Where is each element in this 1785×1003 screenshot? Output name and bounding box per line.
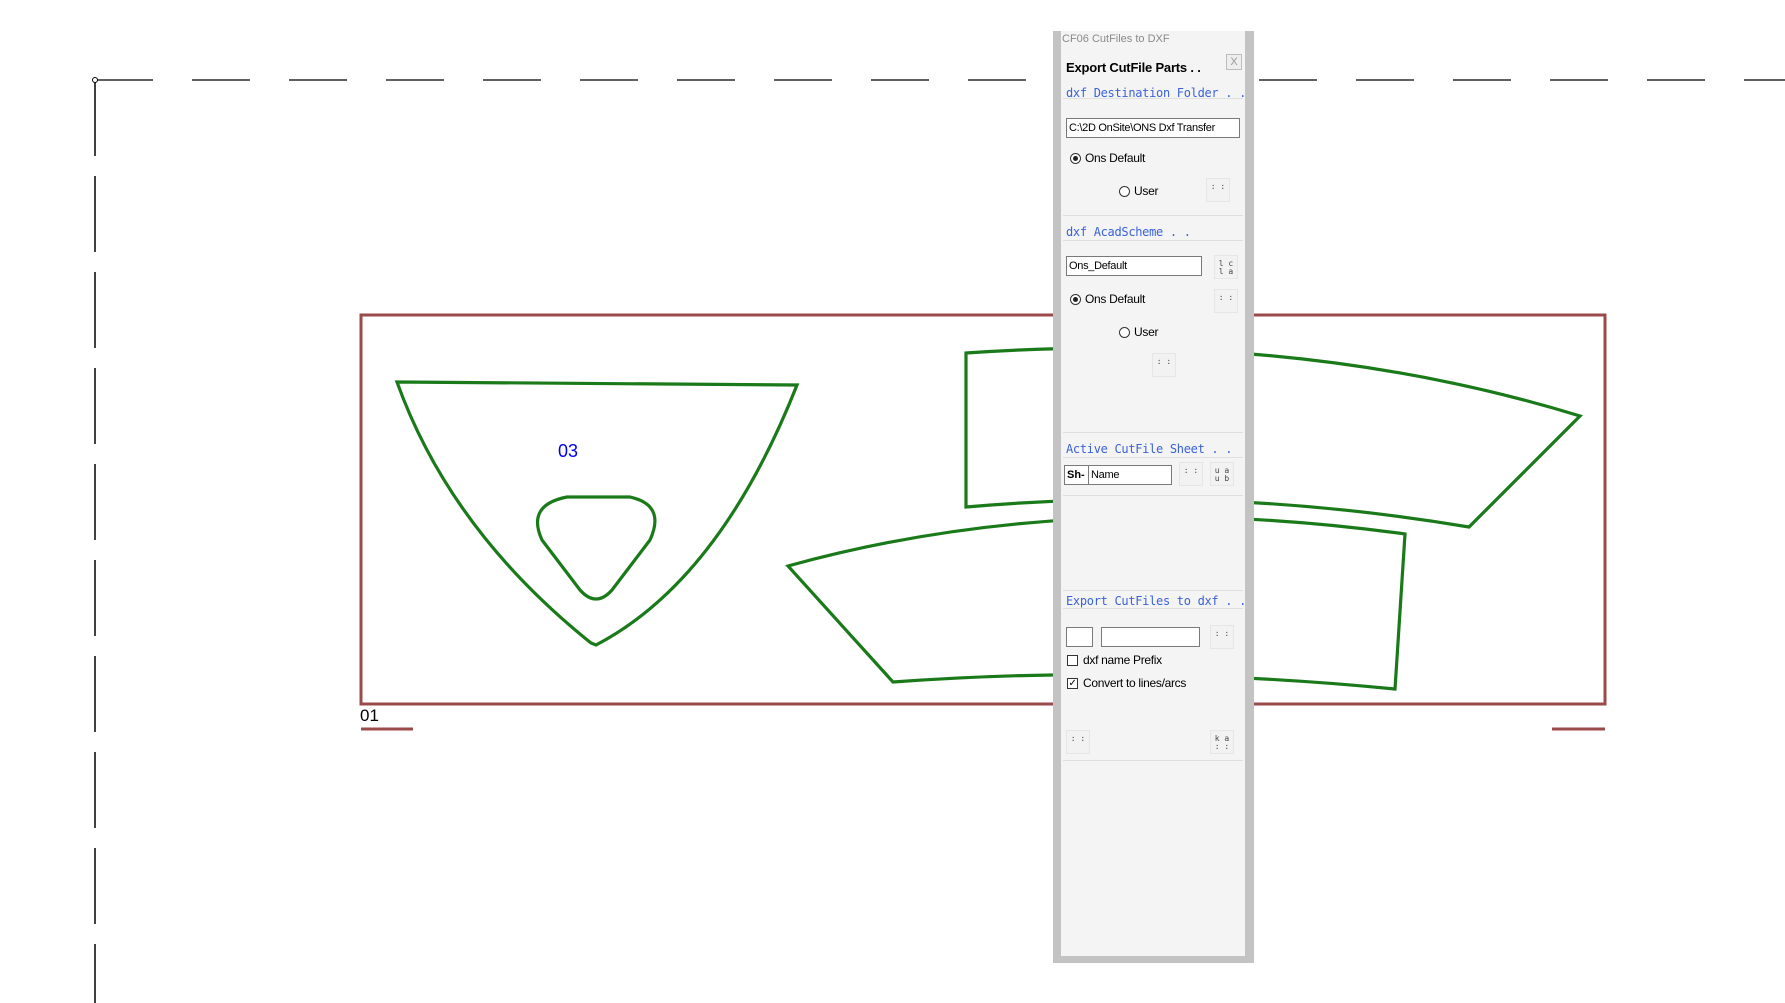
radio-unselected-icon xyxy=(1119,326,1130,338)
divider xyxy=(1063,432,1243,433)
divider xyxy=(1063,495,1243,496)
export-options-button[interactable]: k a : : xyxy=(1210,730,1234,754)
sheet-number-label: 01 xyxy=(360,706,379,725)
export-run-button[interactable]: : : xyxy=(1066,730,1090,754)
divider xyxy=(1063,98,1243,99)
palette-body xyxy=(1061,31,1245,956)
palette-close-button[interactable]: X xyxy=(1226,54,1242,70)
acadscheme-user-button[interactable]: : : xyxy=(1152,353,1176,377)
sheet-prefix-label: Sh- xyxy=(1064,465,1089,485)
radio-selected-icon xyxy=(1070,293,1081,305)
dxf-name-prefix-checkbox[interactable]: dxf name Prefix xyxy=(1067,653,1162,667)
section-active-sheet-label: Active CutFile Sheet . . xyxy=(1066,442,1233,456)
export-palette-window[interactable]: CF06 CutFiles to DXF xyxy=(1053,31,1254,963)
divider xyxy=(1063,590,1243,591)
palette-title: CF06 CutFiles to DXF xyxy=(1062,33,1170,45)
acadscheme-default-button[interactable]: : : xyxy=(1214,289,1238,313)
part-number-label: 03 xyxy=(558,441,579,461)
divider xyxy=(1063,760,1243,761)
section-export-label: Export CutFiles to dxf . . xyxy=(1066,594,1247,608)
checkbox-checked-icon: ✓ xyxy=(1067,677,1078,689)
section-acadscheme-label: dxf AcadScheme . . xyxy=(1066,225,1191,239)
acadscheme-radio-default[interactable]: Ons Default xyxy=(1070,292,1145,306)
divider xyxy=(1063,608,1243,609)
acadscheme-side-button[interactable]: l c l a xyxy=(1214,255,1238,279)
divider xyxy=(1063,240,1243,241)
drawing-canvas[interactable] xyxy=(0,0,1785,1003)
destination-radio-default[interactable]: Ons Default xyxy=(1070,151,1145,165)
sheet-name-input[interactable]: Name xyxy=(1088,465,1172,485)
acadscheme-input[interactable]: Ons_Default xyxy=(1066,256,1202,276)
convert-lines-arcs-checkbox[interactable]: ✓ Convert to lines/arcs xyxy=(1067,676,1186,690)
palette-header: Export CutFile Parts . . xyxy=(1066,60,1201,75)
export-small-input[interactable] xyxy=(1066,627,1093,647)
radio-unselected-icon xyxy=(1119,185,1130,197)
destination-radio-user[interactable]: User xyxy=(1119,184,1158,198)
destination-path-input[interactable]: C:\2D OnSite\ONS Dxf Transfer xyxy=(1066,118,1240,138)
checkbox-unchecked-icon xyxy=(1067,654,1078,666)
part-triangle-outline[interactable] xyxy=(394,380,800,647)
sheet-pick-button[interactable]: : : xyxy=(1179,462,1203,486)
sheet-extra-button[interactable]: u a u b xyxy=(1210,462,1234,486)
part-triangle-hole[interactable] xyxy=(536,495,657,601)
export-pick-button[interactable]: : : xyxy=(1210,625,1234,649)
export-wide-input[interactable] xyxy=(1101,627,1200,647)
divider xyxy=(1063,215,1243,216)
acadscheme-radio-user[interactable]: User xyxy=(1119,325,1158,339)
frame-corner-marker xyxy=(92,77,98,83)
destination-browse-button[interactable]: : : xyxy=(1206,178,1230,202)
radio-selected-icon xyxy=(1070,152,1081,164)
divider xyxy=(1063,457,1243,458)
sheet-border[interactable] xyxy=(359,313,1607,706)
